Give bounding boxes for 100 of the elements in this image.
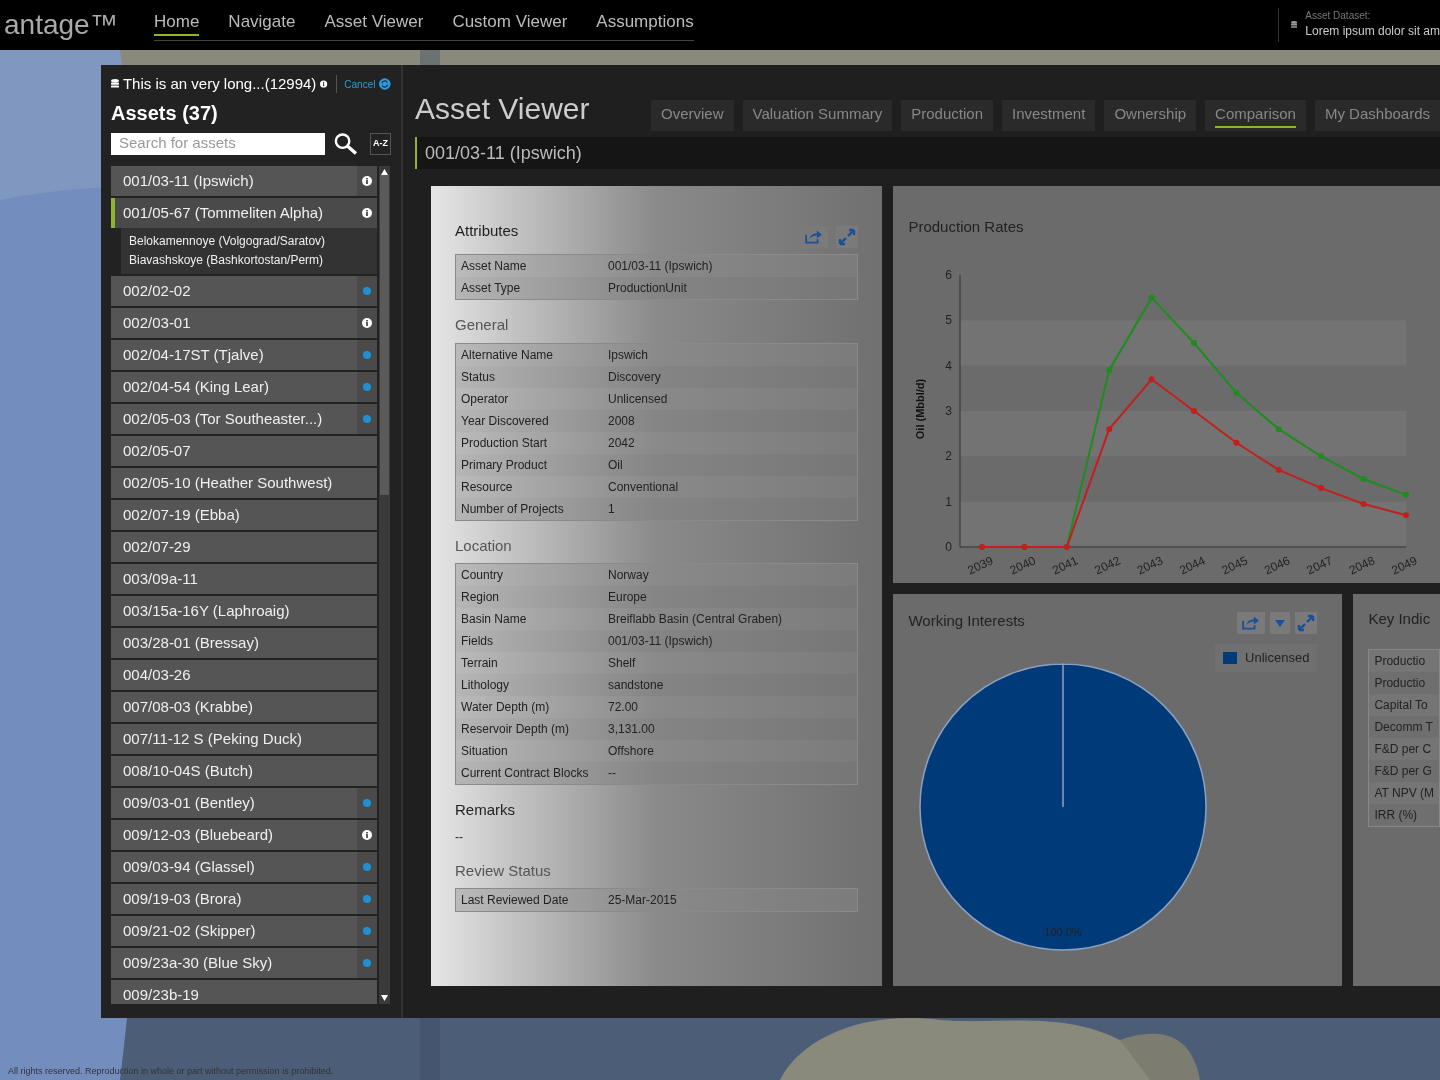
view-tab[interactable]: Ownership bbox=[1104, 100, 1197, 131]
nav-tab[interactable]: Home bbox=[154, 8, 200, 37]
asset-list-item[interactable]: 002/03-01 bbox=[111, 307, 377, 338]
x-tick-label: 2040 bbox=[1008, 552, 1039, 577]
child-asset-link[interactable]: Belokamennoye (Volgograd/Saratov) bbox=[129, 231, 369, 251]
search-field[interactable]: Search for assets bbox=[111, 132, 325, 155]
y-axis-title: Oil (Mbbl/d) bbox=[914, 378, 927, 439]
attribute-label: Resource bbox=[461, 478, 514, 496]
brand-logo[interactable]: antage™ bbox=[4, 4, 154, 46]
asset-list-item[interactable]: 002/07-19 (Ebba) bbox=[111, 499, 377, 530]
scrollbar-thumb[interactable] bbox=[380, 174, 389, 495]
asset-list-item[interactable]: 001/05-67 (Tommeliten Alpha) bbox=[111, 197, 377, 228]
attribute-value: Norway bbox=[608, 567, 649, 584]
asset-list-item[interactable]: 007/08-03 (Krabbe) bbox=[111, 691, 377, 722]
data-point bbox=[1149, 375, 1156, 382]
attribute-value: Breiflabb Basin (Central Graben) bbox=[608, 611, 783, 628]
attribute-value: Europe bbox=[608, 589, 647, 606]
data-point bbox=[1106, 425, 1113, 432]
info-icon[interactable] bbox=[362, 317, 372, 328]
section-heading: Location bbox=[455, 535, 513, 556]
asset-list-item[interactable]: 008/10-04S (Butch) bbox=[111, 755, 377, 786]
data-point bbox=[1318, 452, 1325, 459]
view-tab[interactable]: Comparison bbox=[1205, 100, 1306, 131]
search-icon[interactable] bbox=[333, 131, 358, 156]
asset-list-item[interactable]: 007/11-12 S (Peking Duck) bbox=[111, 723, 377, 754]
info-icon[interactable] bbox=[362, 207, 372, 218]
attribute-value: 001/03-11 (Ipswich) bbox=[608, 633, 713, 650]
view-tab[interactable]: My Dashboards bbox=[1314, 100, 1440, 131]
asset-list-item[interactable]: 002/02-02 bbox=[111, 275, 377, 306]
attribute-value: Conventional bbox=[608, 478, 679, 496]
asset-list-item[interactable]: 002/05-10 (Heather Southwest) bbox=[111, 467, 377, 498]
attribute-label: Fields bbox=[461, 633, 494, 650]
attribute-value: 2008 bbox=[608, 412, 635, 430]
attribute-label: Primary Product bbox=[461, 456, 549, 474]
data-point bbox=[1233, 389, 1240, 396]
attribute-label: Reservoir Depth (m) bbox=[461, 721, 571, 738]
breadcrumb: 001/03-11 (Ipswich) bbox=[425, 141, 582, 165]
child-asset-link[interactable]: Biavashskoye (Bashkortostan/Perm) bbox=[129, 250, 369, 270]
data-label: 100.0% bbox=[1044, 926, 1083, 938]
data-point bbox=[1403, 491, 1410, 498]
info-icon[interactable] bbox=[362, 175, 372, 186]
attribute-value: 2042 bbox=[608, 434, 635, 452]
legend-label: Unlicensed bbox=[1245, 649, 1310, 668]
asset-list-item[interactable]: 004/03-26 bbox=[111, 659, 377, 690]
asset-list-item[interactable]: 002/04-17ST (Tjalve) bbox=[111, 339, 377, 370]
view-tab[interactable]: Production bbox=[901, 100, 993, 131]
attribute-value: 25-Mar-2015 bbox=[608, 892, 677, 909]
asset-list-item[interactable]: 002/07-29 bbox=[111, 531, 377, 562]
asset-list-item[interactable]: 002/05-03 (Tor Southeaster...) bbox=[111, 403, 377, 434]
asset-list-item[interactable]: 009/23a-30 (Blue Sky) bbox=[111, 947, 377, 978]
attribute-label: Year Discovered bbox=[461, 412, 550, 430]
attribute-value: 001/03-11 (Ipswich) bbox=[608, 258, 713, 275]
asset-list-item[interactable]: 002/05-07 bbox=[111, 435, 377, 466]
x-tick-label: 2041 bbox=[1050, 552, 1081, 577]
attribute-label: Region bbox=[461, 589, 501, 606]
sort-button[interactable]: A-Z bbox=[369, 132, 391, 155]
cancel-link[interactable]: Cancel bbox=[344, 76, 376, 92]
section-heading: Review Status bbox=[455, 860, 552, 881]
indicator-label: F&D per G bbox=[1369, 759, 1439, 782]
nav-tab[interactable]: Assumptions bbox=[596, 8, 694, 37]
scrollbar[interactable] bbox=[379, 165, 390, 1004]
attribute-label: Asset Name bbox=[461, 258, 528, 275]
asset-list-item[interactable]: 003/15a-16Y (Laphroaig) bbox=[111, 595, 377, 626]
data-point bbox=[1191, 407, 1198, 414]
info-icon[interactable] bbox=[320, 79, 328, 90]
asset-list-item[interactable]: 003/28-01 (Bressay) bbox=[111, 627, 377, 658]
scroll-down-icon[interactable] bbox=[381, 995, 388, 1001]
info-icon[interactable] bbox=[362, 829, 372, 840]
card-title: Key Indic bbox=[1368, 609, 1432, 629]
section-heading: General bbox=[455, 315, 510, 335]
asset-list-item[interactable]: 009/23b-19 bbox=[111, 979, 377, 1004]
attribute-value: Unlicensed bbox=[608, 390, 668, 408]
asset-list-item[interactable]: 001/03-11 (Ipswich) bbox=[111, 165, 377, 196]
asset-list-item[interactable]: 009/03-94 (Glassel) bbox=[111, 851, 377, 882]
attribute-label: Lithology bbox=[461, 677, 511, 694]
dataset-value: Lorem ipsum dolor sit am bbox=[1305, 23, 1440, 40]
view-tab[interactable]: Valuation Summary bbox=[742, 100, 893, 131]
x-tick-label: 2039 bbox=[965, 552, 996, 577]
asset-list-item[interactable]: 003/09a-11 bbox=[111, 563, 377, 594]
refresh-icon[interactable] bbox=[379, 76, 391, 93]
nav-tab[interactable]: Asset Viewer bbox=[324, 8, 424, 37]
attribute-label: Production Start bbox=[461, 434, 549, 452]
x-tick-label: 2049 bbox=[1389, 552, 1420, 577]
view-tab[interactable]: Investment bbox=[1002, 100, 1096, 131]
attribute-label: Country bbox=[461, 567, 505, 584]
attribute-value: Offshore bbox=[608, 743, 654, 760]
attribute-label: Last Reviewed Date bbox=[461, 892, 570, 909]
attribute-value: Ipswich bbox=[608, 346, 648, 364]
view-tab[interactable]: Overview bbox=[651, 100, 734, 131]
asset-list-item[interactable]: 009/21-02 (Skipper) bbox=[111, 915, 377, 946]
asset-list-item[interactable]: 009/12-03 (Bluebeard) bbox=[111, 819, 377, 850]
indicator-label: F&D per C bbox=[1369, 737, 1439, 760]
attribute-value: Oil bbox=[608, 456, 623, 474]
asset-list-item[interactable]: 002/04-54 (King Lear) bbox=[111, 371, 377, 402]
x-tick-label: 2045 bbox=[1220, 552, 1251, 577]
nav-tab[interactable]: Navigate bbox=[228, 8, 296, 37]
nav-tab[interactable]: Custom Viewer bbox=[452, 8, 568, 37]
asset-list-item[interactable]: 009/19-03 (Brora) bbox=[111, 883, 377, 914]
data-point bbox=[1276, 466, 1283, 473]
asset-list-item[interactable]: 009/03-01 (Bentley) bbox=[111, 787, 377, 818]
